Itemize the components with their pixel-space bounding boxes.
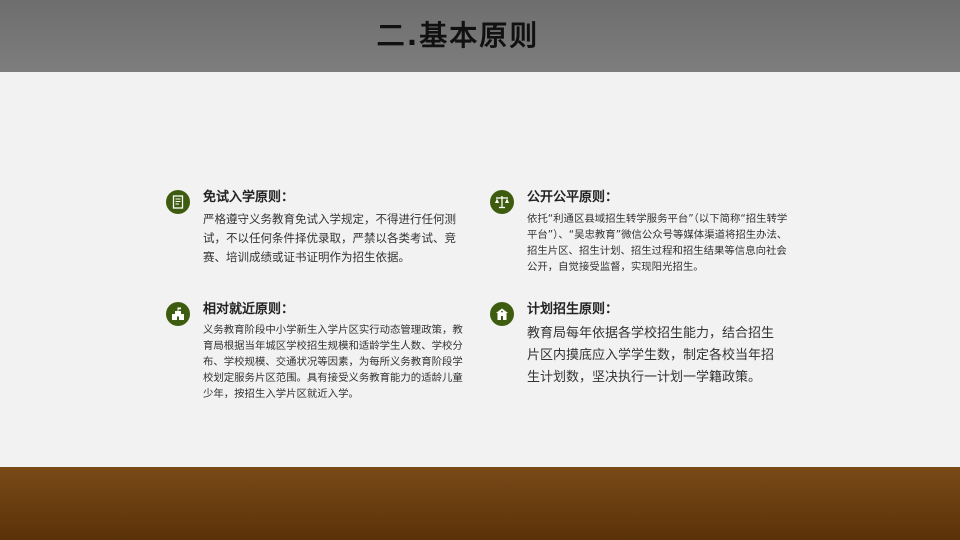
scales-icon (490, 190, 514, 214)
principle-title: 免试入学原则： (203, 190, 295, 205)
principle-title: 相对就近原则： (203, 302, 295, 317)
principle-body: 严格遵守义务教育免试入学规定，不得进行任何测试，不以任何条件择优录取，严禁以各类… (203, 212, 456, 264)
principle-title: 公开公平原则： (527, 190, 619, 205)
principle-body: 义务教育阶段中小学新生入学片区实行动态管理政策，教育局根据当年城区学校招生规模和… (203, 324, 463, 400)
principle-body: 教育局每年依据各学校招生能力，结合招生片区内摸底应入学学生数，制定各校当年招生计… (527, 326, 775, 385)
footer-bar (0, 467, 960, 540)
slide-title: 二.基本原则 (376, 19, 540, 52)
school-building-icon (166, 302, 190, 326)
document-icon (166, 190, 190, 214)
principle-body: 依托“利通区县域招生转学服务平台”（以下简称“招生转学平台”）、“吴忠教育”微信… (527, 213, 788, 273)
principle-title: 计划招生原则： (527, 302, 619, 317)
school-house-icon (490, 302, 514, 326)
